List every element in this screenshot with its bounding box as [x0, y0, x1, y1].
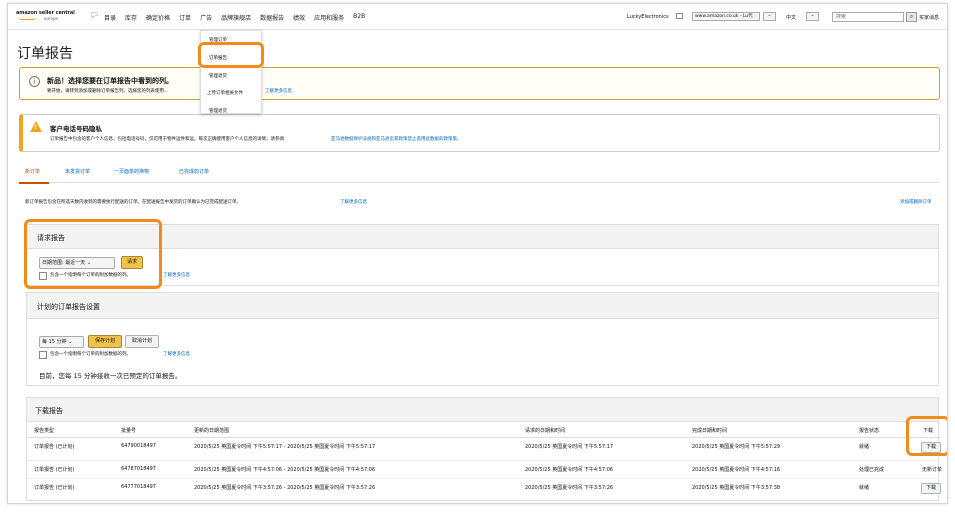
interval-value: 每 15 分钟: [42, 339, 67, 345]
notice-title: 新品！选择您要在订单报告中看到的列。: [47, 77, 173, 85]
buyer-messages-link[interactable]: 买家消息: [919, 14, 939, 21]
row3-range: 2020/5/25 英国夏令时间 下午3:57:26 - 2020/5/25 英…: [194, 485, 376, 491]
menu-item-upload-order-files[interactable]: 上传订单相关文件: [207, 90, 243, 96]
active-tab-indicator: [19, 182, 49, 184]
phone-privacy-notice: ! 客户电话号码隐私 订单报告中包含的客户个人信息，包括电话号码，仅可用于物件运…: [19, 114, 940, 152]
tab-exchange[interactable]: 一页面单的换物: [114, 168, 149, 175]
schedule-status-text: 目前，您每 15 分钟接收一次已预定的订单报告。: [39, 372, 182, 380]
scheduled-report-header: [27, 293, 938, 319]
magnifier-icon[interactable]: ⌕: [906, 12, 917, 22]
row3-requested: 2020/5/25 英国夏令时间 下午3:57:26: [525, 485, 614, 491]
download-report-panel: 下载报告 报告类型 批量号 更新的日期范围 请求的日期和时间 完成日期和时间 报…: [26, 397, 943, 501]
warning-icon-mark: !: [34, 124, 37, 131]
add-remove-columns-link[interactable]: 添加或删除订单: [900, 199, 932, 205]
mail-icon[interactable]: [676, 13, 683, 19]
col-header-range: 更新的日期范围: [194, 428, 230, 434]
row1-completed: 2020/5/25 英国夏令时间 下午5:57:29: [692, 444, 781, 450]
row1-status: 就绪: [859, 444, 870, 450]
nav-item-b2b[interactable]: B2B: [353, 13, 365, 23]
highlight-download-button: [906, 416, 947, 456]
notice-text: 要开始，请转到添加或删除订单报告列，选择您的列表使用...: [47, 89, 169, 94]
nav-item-inventory[interactable]: 库存: [125, 13, 137, 23]
main-nav: 目录 库存 确定价格 订单 广告 品牌旗舰店 数据报告 绩效 应用和服务 B2B: [104, 13, 374, 23]
highlight-request-report: [24, 219, 162, 289]
info-icon: i: [29, 76, 40, 87]
top-navigation-bar: amazon seller central europe 🏳 目录 库存 确定价…: [8, 4, 947, 30]
privacy-policy-link[interactable]: 亚马逊数据保护法规和亚马逊卖家政策禁止滥用此数据的政策策。: [331, 136, 462, 142]
new-feature-notice: i 新品！选择您要在订单报告中看到的列。 要开始，请转到添加或删除订单报告列，选…: [19, 67, 940, 100]
row2-type: 订单报告 (已计划): [34, 467, 75, 473]
nav-item-orders[interactable]: 订单: [179, 13, 191, 23]
store-name[interactable]: LuckyElectronics: [627, 14, 669, 20]
menu-item-manage-returns-2[interactable]: 管理退货: [209, 108, 227, 114]
marketplace-select[interactable]: www.amazon.co.uk - Lu代: [692, 12, 760, 21]
cancel-schedule-button[interactable]: 取消计划: [125, 335, 159, 348]
notice-learn-more-link[interactable]: 了解更多信息: [265, 88, 292, 94]
request-report-panel: 请求报告 日期范围: 最近一天 ⌄ 请求 包含一个指明每个订单的附加数据的列。 …: [26, 224, 939, 286]
row-divider: [27, 460, 940, 461]
row2-range: 2020/5/25 英国夏令时间 下午4:57:06 - 2020/5/25 英…: [194, 467, 376, 473]
row2-requested: 2020/5/25 英国夏令时间 下午4:57:06: [525, 467, 614, 473]
schedule-extra-columns-checkbox[interactable]: [39, 351, 47, 359]
row1-batch: 64790018497: [121, 443, 156, 449]
download-report-title: 下载报告: [35, 407, 63, 415]
row3-status: 就绪: [859, 485, 870, 491]
col-header-completed: 完成日期和时间: [692, 428, 728, 434]
scheduled-report-panel: 计划的订单报告设置 每 15 分钟 ⌄ 保存计划 取消计划 包含一个指明每个订单…: [26, 292, 939, 386]
schedule-checkbox-label: 包含一个指明每个订单的附加数据的列。: [50, 352, 131, 357]
save-schedule-button[interactable]: 保存计划: [88, 335, 122, 348]
nav-item-performance[interactable]: 绩效: [293, 13, 305, 23]
col-header-type: 报告类型: [34, 428, 55, 434]
row2-status: 处理已完成: [859, 467, 885, 473]
nav-item-pricing[interactable]: 确定价格: [146, 13, 170, 23]
row3-type: 订单报告 (已计划): [34, 485, 75, 491]
intro-text: 新订单报告包含在所选天数内收到的需要执行配送的订单。在配送报告中发货的订单确认为…: [25, 200, 241, 205]
row2-batch: 64787018497: [121, 466, 156, 472]
col-header-requested: 请求的日期和时间: [525, 428, 566, 434]
order-report-tabs: 新订单 未发货订单 一页面单的换物 已完成的订单: [19, 162, 940, 184]
row3-completed: 2020/5/25 英国夏令时间 下午3:57:38: [692, 485, 781, 491]
amazon-logo[interactable]: amazon seller central europe: [16, 10, 75, 22]
logo-line2: europe: [44, 16, 58, 21]
nav-item-catalog[interactable]: 目录: [104, 13, 116, 23]
logo-line1: amazon seller central: [16, 10, 75, 16]
row1-requested: 2020/5/25 英国夏令时间 下午5:57:17: [525, 444, 614, 450]
nav-item-apps[interactable]: 应用和服务: [314, 13, 344, 23]
language-label[interactable]: 中文: [786, 14, 796, 21]
search-input[interactable]: [832, 12, 904, 22]
row3-batch: 64777018497: [121, 484, 156, 490]
request-report-header: [27, 225, 938, 249]
row1-range: 2020/5/25 英国夏令时间 下午5:57:17 - 2020/5/25 英…: [194, 444, 376, 450]
scheduled-report-title: 计划的订单报告设置: [37, 303, 100, 311]
row-divider: [27, 478, 940, 479]
row1-type: 订单报告 (已计划): [34, 444, 75, 450]
col-header-batch: 批量号: [121, 428, 137, 434]
menu-item-manage-returns[interactable]: 管理退货: [209, 73, 227, 79]
col-header-status: 报告状态: [859, 428, 880, 434]
smile-icon: [18, 17, 36, 20]
nav-item-advertising[interactable]: 广告: [200, 13, 212, 23]
row3-download-button[interactable]: 下载: [921, 483, 941, 494]
intro-learn-more-link[interactable]: 了解更多信息: [340, 199, 367, 205]
tab-unshipped-orders[interactable]: 未发货订单: [65, 168, 90, 175]
tab-completed-orders[interactable]: 已完成的订单: [179, 168, 209, 175]
privacy-title: 客户电话号码隐私: [50, 125, 102, 133]
marketplace-dropdown-icon[interactable]: ⌄: [763, 12, 776, 21]
row2-completed: 2020/5/25 英国夏令时间 下午4:57:16: [692, 467, 781, 473]
privacy-text: 订单报告中包含的客户个人信息，包括电话号码，仅可用于物件运件和运。每次正确使用客…: [50, 137, 284, 142]
nav-item-stores[interactable]: 品牌旗舰店: [221, 13, 251, 23]
schedule-learn-more-link[interactable]: 了解更多信息: [163, 351, 190, 357]
tab-new-orders[interactable]: 新订单: [25, 168, 40, 175]
page-title: 订单报告: [17, 46, 73, 62]
flag-icon[interactable]: 🏳: [90, 12, 99, 20]
browser-frame: amazon seller central europe 🏳 目录 库存 确定价…: [7, 3, 948, 504]
header-divider: [27, 437, 940, 438]
interval-select[interactable]: 每 15 分钟 ⌄: [39, 336, 84, 348]
highlight-order-reports: [198, 42, 264, 68]
nav-item-reports[interactable]: 数据报告: [260, 13, 284, 23]
row2-no-new-orders: 无新订单: [922, 467, 943, 473]
download-report-header: [27, 398, 938, 422]
language-dropdown-icon[interactable]: ⌄: [806, 12, 819, 21]
request-learn-more-link[interactable]: 了解更多信息: [163, 272, 190, 278]
